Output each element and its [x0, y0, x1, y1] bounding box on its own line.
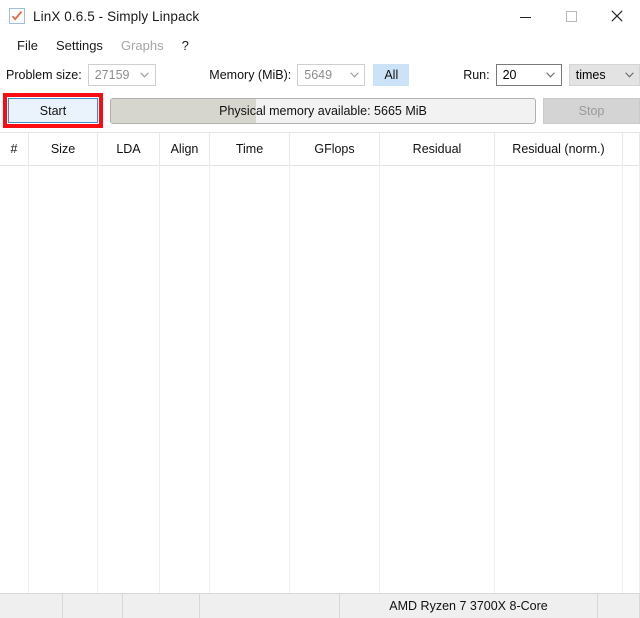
problem-size-label: Problem size: [6, 68, 82, 82]
chevron-down-icon [344, 72, 364, 78]
start-button[interactable]: Start [8, 98, 98, 123]
run-count-combobox[interactable]: 20 [495, 64, 562, 86]
status-cell [0, 594, 63, 618]
memory-label: Memory (MiB): [209, 68, 292, 82]
problem-size-combobox[interactable]: 27159 [87, 64, 156, 86]
status-cell [63, 594, 123, 618]
menu-item-help[interactable]: ? [173, 36, 198, 55]
table-column [160, 165, 210, 593]
table-column [623, 165, 640, 593]
close-icon [611, 10, 623, 22]
all-memory-button[interactable]: All [373, 64, 410, 86]
maximize-icon [565, 10, 577, 22]
column-header-align[interactable]: Align [160, 133, 210, 165]
memory-value: 5649 [304, 68, 333, 82]
action-row: Start Physical memory available: 5665 Mi… [0, 92, 640, 132]
menu-bar: File Settings Graphs ? [0, 32, 640, 58]
close-button[interactable] [594, 0, 640, 32]
status-cell-cpu: AMD Ryzen 7 3700X 8-Core [340, 594, 598, 618]
results-table: # Size LDA Align Time GFlops Residual Residual … [0, 132, 640, 593]
chevron-down-icon [619, 72, 639, 78]
status-cell [598, 594, 640, 618]
run-count-value: 20 [502, 68, 517, 82]
results-table-header: # Size LDA Align Time GFlops Residual Residual … [0, 133, 640, 166]
table-column [0, 165, 29, 593]
menu-item-graphs: Graphs [120, 37, 164, 53]
column-header-size[interactable]: Size [29, 133, 98, 165]
column-header-residual-norm[interactable]: Residual (norm.) [495, 133, 623, 165]
column-header-[interactable]: # [0, 133, 29, 165]
chevron-down-icon [135, 72, 155, 78]
run-unit-value: times [575, 68, 606, 82]
status-cell [123, 594, 200, 618]
table-column [98, 165, 160, 593]
status-cell [200, 594, 340, 618]
memory-combobox[interactable]: 5649 [297, 64, 366, 86]
column-header-blank[interactable] [623, 133, 640, 165]
table-column [210, 165, 290, 593]
column-header-gflops[interactable]: GFlops [290, 133, 380, 165]
menu-item-settings[interactable]: Settings [47, 36, 112, 55]
title-bar: LinX 0.6.5 - Simply Linpack [0, 0, 640, 32]
table-column [380, 165, 495, 593]
linx-main-window: LinX 0.6.5 - Simply Linpack File Setting… [0, 0, 640, 618]
minimize-icon [519, 16, 531, 18]
stop-button: Stop [543, 98, 640, 124]
column-header-lda[interactable]: LDA [98, 133, 160, 165]
menu-item-file[interactable]: File [8, 36, 47, 55]
progress-label: Physical memory available: 5665 MiB [219, 104, 427, 118]
run-label: Run: [463, 68, 490, 82]
problem-size-value: 27159 [94, 68, 130, 82]
window-title: LinX 0.6.5 - Simply Linpack [33, 8, 200, 24]
table-column [495, 165, 623, 593]
memory-progress-bar: Physical memory available: 5665 MiB [110, 98, 536, 124]
table-column [29, 165, 98, 593]
column-header-residual[interactable]: Residual [380, 133, 495, 165]
run-unit-combobox[interactable]: times [568, 64, 640, 86]
toolbar: Problem size: 27159 Memory (MiB): 5649 A… [0, 58, 640, 92]
column-header-time[interactable]: Time [210, 133, 290, 165]
minimize-button[interactable] [502, 0, 548, 32]
results-table-body [0, 165, 640, 593]
chevron-down-icon [541, 72, 561, 78]
status-bar: AMD Ryzen 7 3700X 8-Core [0, 593, 640, 618]
window-controls [502, 0, 640, 32]
table-column [290, 165, 380, 593]
checkbox-check-icon [9, 8, 25, 24]
maximize-button[interactable] [548, 0, 594, 32]
